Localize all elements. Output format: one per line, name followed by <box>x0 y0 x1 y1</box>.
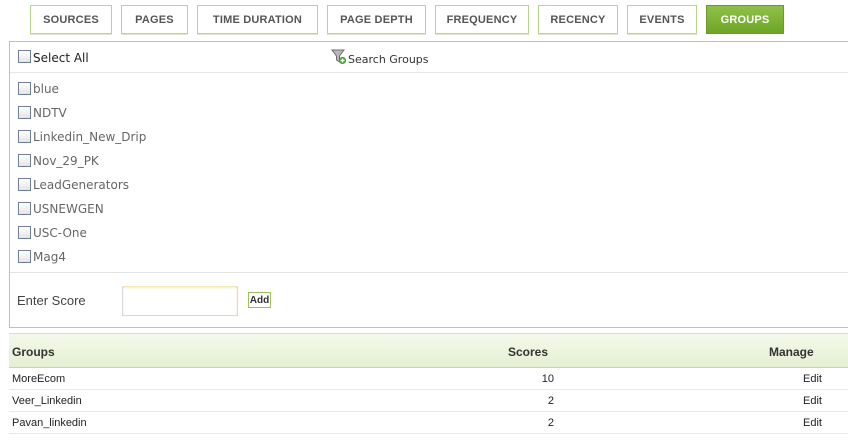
table-row: Pavan_linkedin 2 Edit <box>9 412 848 434</box>
groups-panel-header: Select All Search Groups <box>10 42 848 73</box>
table-row: Veer_Linkedin 2 Edit <box>9 390 848 412</box>
group-name-cell: Veer_Linkedin <box>12 395 82 407</box>
select-all-checkbox[interactable] <box>18 50 31 63</box>
tab-pages[interactable]: PAGES <box>121 5 188 34</box>
group-name-cell: MoreEcom <box>12 373 66 385</box>
group-label: Linkedin_New_Drip <box>33 130 147 144</box>
group-label: Nov_29_PK <box>33 154 99 168</box>
group-checkbox[interactable] <box>18 250 31 263</box>
edit-link[interactable]: Edit <box>803 395 822 407</box>
tab-frequency[interactable]: FREQUENCY <box>435 5 529 34</box>
filter-add-icon[interactable] <box>331 49 347 65</box>
tab-groups[interactable]: GROUPS <box>706 5 784 34</box>
tab-events[interactable]: EVENTS <box>627 5 697 34</box>
group-label: USC-One <box>33 226 87 240</box>
edit-link[interactable]: Edit <box>803 417 822 429</box>
score-cell: 2 <box>547 395 554 407</box>
tab-recency[interactable]: RECENCY <box>538 5 618 34</box>
column-header-manage: Manage <box>769 345 814 359</box>
group-checkbox[interactable] <box>18 106 31 119</box>
group-label: blue <box>33 82 59 96</box>
group-checkbox[interactable] <box>18 202 31 215</box>
group-label: Mag4 <box>33 250 66 264</box>
column-header-groups: Groups <box>12 345 55 359</box>
score-input[interactable] <box>122 286 238 316</box>
group-label: NDTV <box>33 106 67 120</box>
add-button[interactable]: Add <box>248 292 271 308</box>
tab-page-depth[interactable]: PAGE DEPTH <box>327 5 426 34</box>
group-checkbox[interactable] <box>18 130 31 143</box>
group-checkbox[interactable] <box>18 178 31 191</box>
group-checkbox[interactable] <box>18 226 31 239</box>
tab-time-duration[interactable]: TIME DURATION <box>197 5 318 34</box>
divider <box>10 272 848 273</box>
search-groups-link[interactable]: Search Groups <box>348 53 429 66</box>
column-header-scores: Scores <box>508 345 549 359</box>
group-name-cell: Pavan_linkedin <box>12 417 87 429</box>
score-cell: 10 <box>541 373 554 385</box>
score-cell: 2 <box>547 417 554 429</box>
table-row: MoreEcom 10 Edit <box>9 368 848 390</box>
enter-score-label: Enter Score <box>17 293 86 308</box>
edit-link[interactable]: Edit <box>803 373 822 385</box>
group-checkbox[interactable] <box>18 154 31 167</box>
tab-bar: SOURCES PAGES TIME DURATION PAGE DEPTH F… <box>0 0 848 40</box>
group-checkbox[interactable] <box>18 82 31 95</box>
tab-sources[interactable]: SOURCES <box>30 5 112 34</box>
groups-panel: Select All Search Groups blue NDTV Linke… <box>9 41 848 328</box>
group-label: LeadGenerators <box>33 178 130 192</box>
select-all-label: Select All <box>33 51 89 65</box>
table-header: Groups Scores Manage <box>9 333 848 368</box>
group-label: USNEWGEN <box>33 202 104 216</box>
